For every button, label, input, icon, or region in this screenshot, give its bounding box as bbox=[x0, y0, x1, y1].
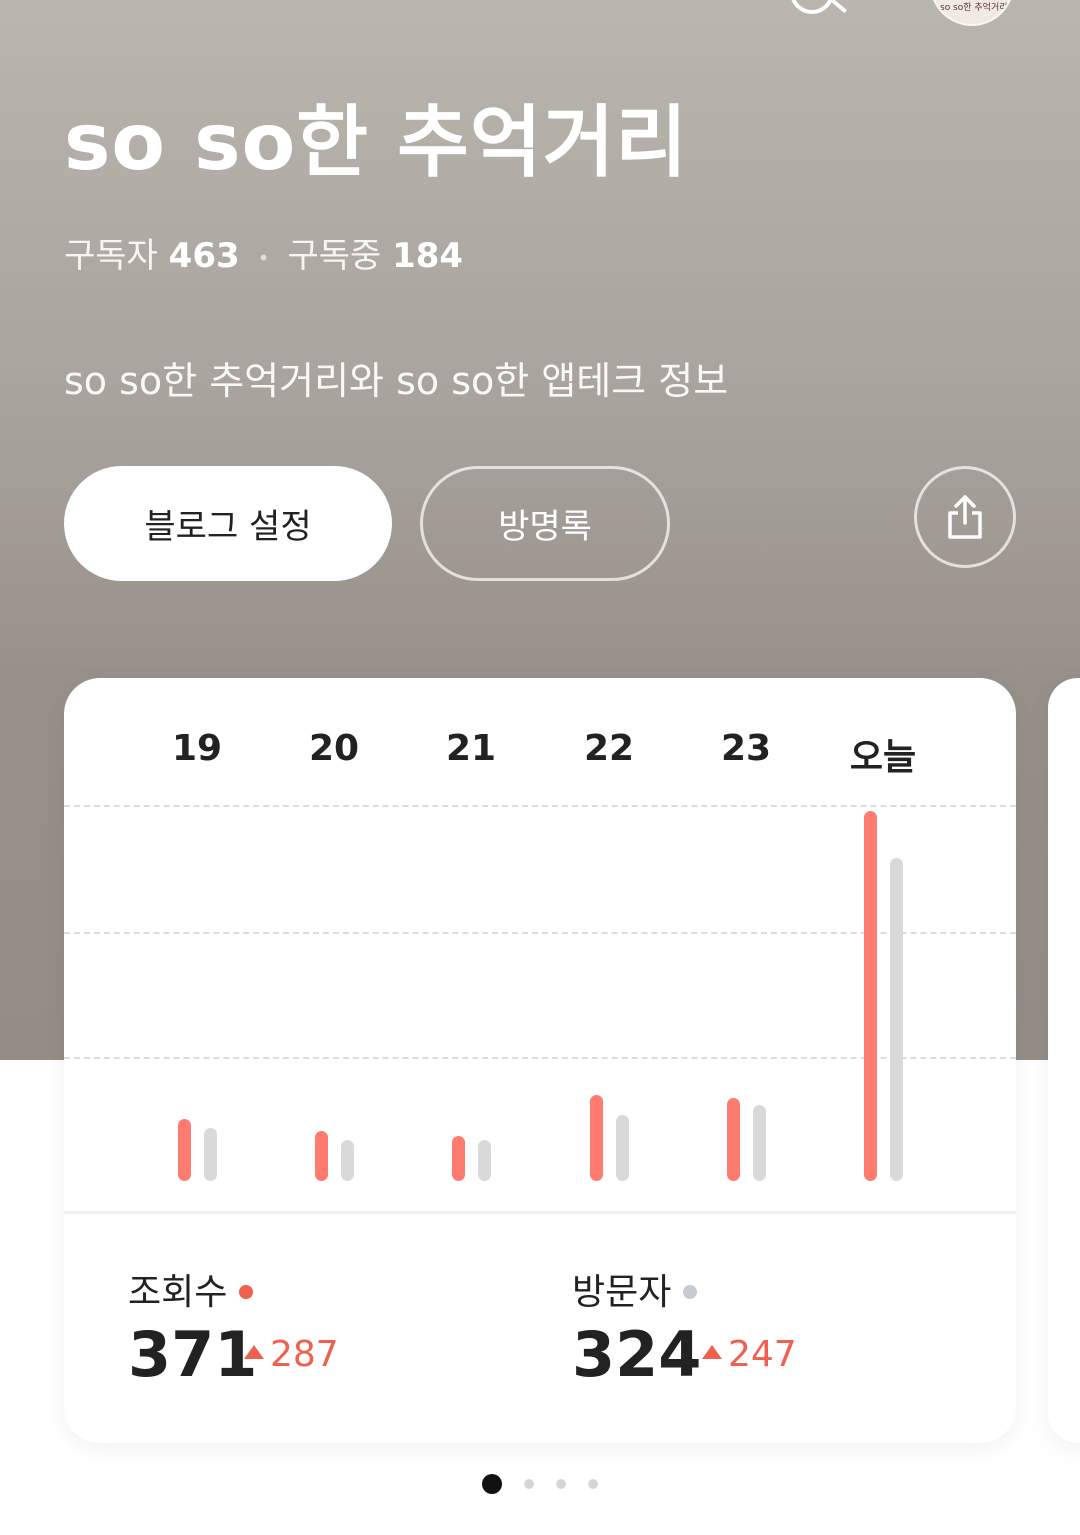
views-delta: 287 bbox=[244, 1334, 339, 1375]
page-dot[interactable] bbox=[588, 1479, 598, 1489]
following-label[interactable]: 구독중 bbox=[287, 236, 381, 276]
page-dot[interactable] bbox=[524, 1479, 534, 1489]
avatar-text: so so한 추억거리 bbox=[940, 3, 1008, 13]
views-bar bbox=[727, 1098, 740, 1181]
page-indicator bbox=[0, 1474, 1080, 1494]
views-bar bbox=[590, 1095, 603, 1181]
views-label-text: 조회수 bbox=[128, 1272, 228, 1313]
day-label: 23 bbox=[720, 728, 772, 769]
visitors-value: 324 bbox=[572, 1318, 702, 1391]
blog-title: so so한 추억거리 bbox=[64, 98, 689, 188]
views-delta-value: 287 bbox=[270, 1334, 339, 1375]
visitors-stat-label: 방문자 bbox=[572, 1263, 698, 1315]
visitors-delta: 247 bbox=[702, 1334, 797, 1375]
views-stat-label: 조회수 bbox=[128, 1263, 254, 1315]
separator-dot: • bbox=[257, 245, 270, 270]
visitors-bar bbox=[890, 857, 903, 1181]
visitors-delta-value: 247 bbox=[728, 1334, 797, 1375]
subscribers-count[interactable]: 463 bbox=[169, 236, 240, 276]
share-icon bbox=[948, 495, 982, 539]
day-label: 21 bbox=[445, 728, 497, 769]
up-arrow-icon bbox=[702, 1345, 722, 1359]
visitors-legend-dot bbox=[683, 1285, 698, 1299]
views-legend-dot bbox=[239, 1285, 254, 1299]
day-label: 19 bbox=[171, 728, 223, 769]
views-bar bbox=[452, 1136, 465, 1181]
views-value: 371 bbox=[128, 1318, 258, 1391]
visitors-bar bbox=[341, 1140, 354, 1181]
visitors-bar bbox=[204, 1128, 217, 1181]
visitors-bar bbox=[753, 1105, 766, 1181]
views-bar bbox=[315, 1131, 328, 1181]
day-label: 22 bbox=[583, 728, 635, 769]
up-arrow-icon bbox=[244, 1345, 264, 1359]
visitors-bar bbox=[478, 1140, 491, 1181]
views-bar bbox=[864, 810, 877, 1181]
guestbook-button[interactable]: 방명록 bbox=[420, 466, 670, 581]
visitors-bar bbox=[616, 1115, 629, 1181]
blog-description: so so한 추억거리와 so so한 앱테크 정보 bbox=[64, 359, 729, 403]
visitors-label-text: 방문자 bbox=[572, 1272, 672, 1313]
chart-gridline bbox=[64, 805, 1016, 807]
page-dot[interactable] bbox=[556, 1479, 566, 1489]
day-label: 오늘 bbox=[849, 737, 917, 778]
views-bar bbox=[178, 1119, 191, 1181]
subscription-stats: 구독자 463 • 구독중 184 bbox=[64, 228, 463, 277]
blog-settings-button[interactable]: 블로그 설정 bbox=[64, 466, 392, 581]
following-count[interactable]: 184 bbox=[392, 236, 463, 276]
divider bbox=[64, 1211, 1016, 1214]
stats-card[interactable]: 19 20 21 22 23 오늘 조회수 371 287 방문자 324 247 bbox=[64, 678, 1016, 1443]
page-dot[interactable] bbox=[482, 1474, 502, 1494]
next-card-peek[interactable] bbox=[1048, 678, 1080, 1443]
day-label: 20 bbox=[308, 728, 360, 769]
share-button[interactable] bbox=[914, 466, 1016, 568]
subscribers-label[interactable]: 구독자 bbox=[64, 236, 158, 276]
